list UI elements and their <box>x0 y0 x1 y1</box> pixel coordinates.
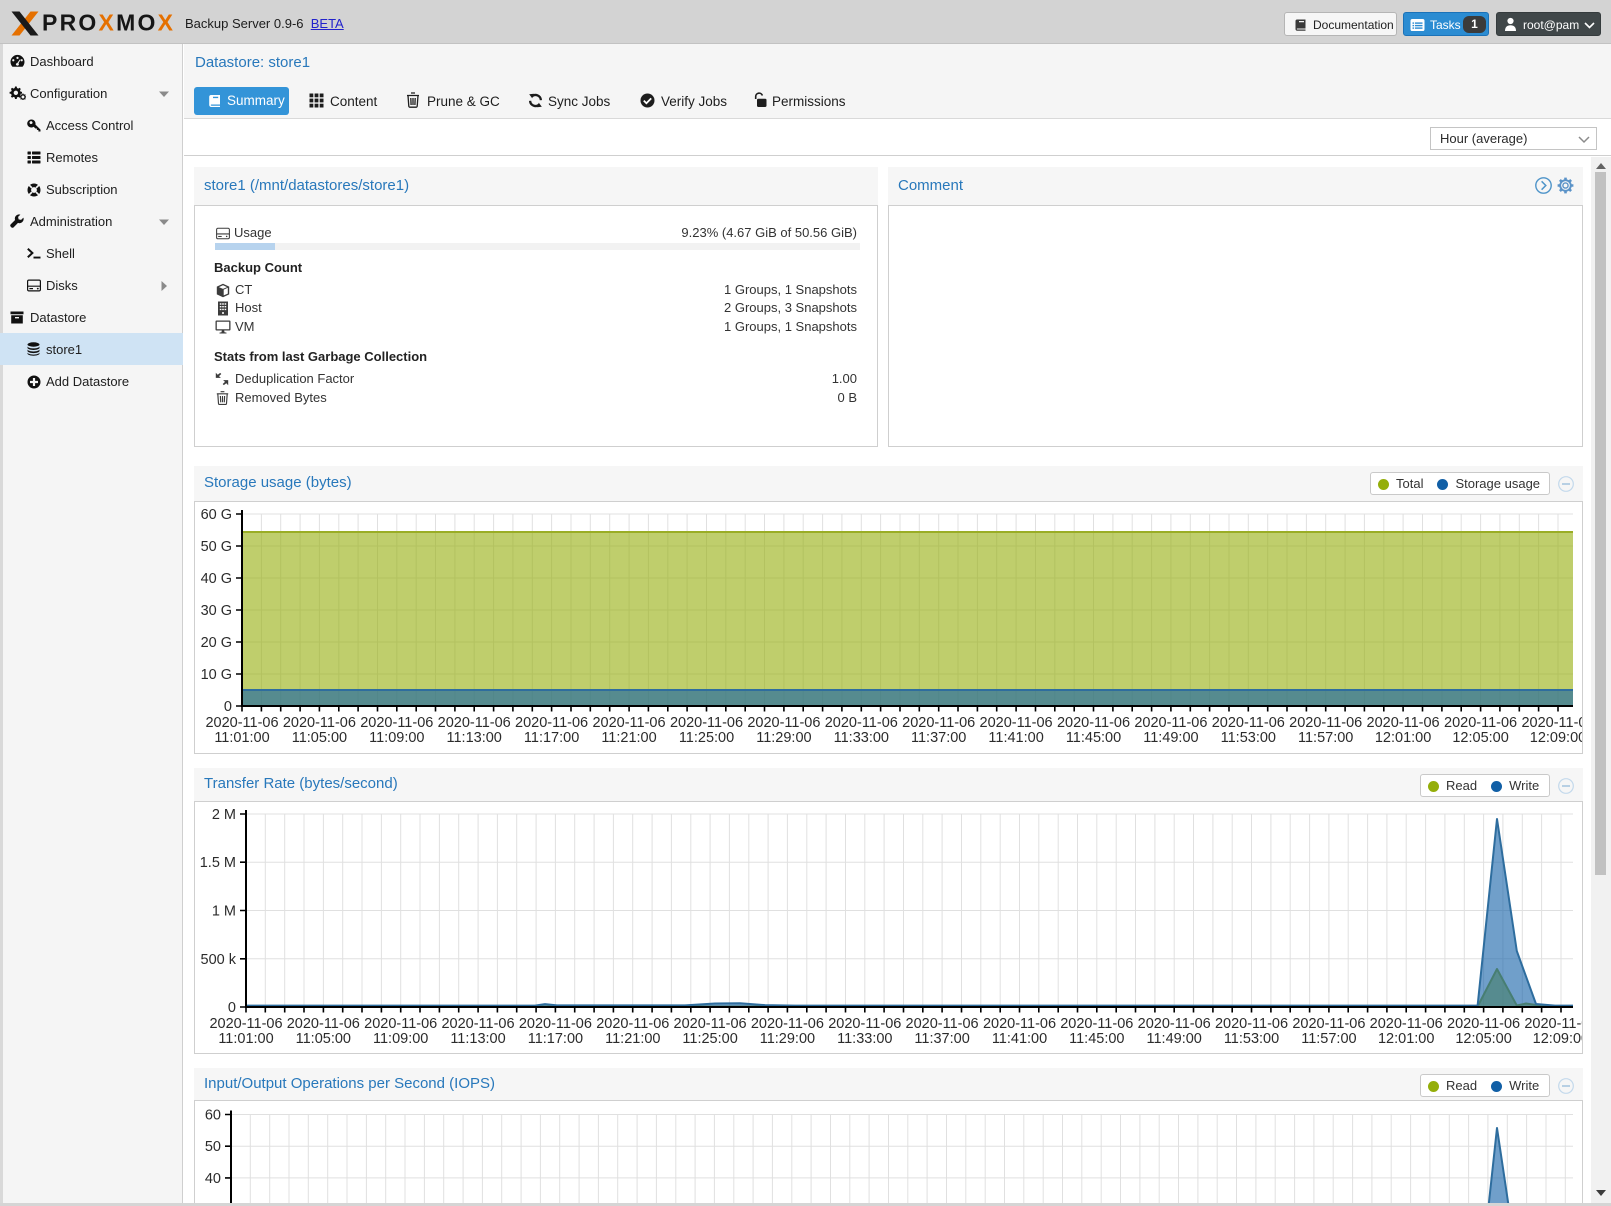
svg-text:11:21:00: 11:21:00 <box>605 1031 660 1047</box>
svg-text:2020-11-06: 2020-11-06 <box>1060 1016 1133 1032</box>
svg-text:2020-11-06: 2020-11-06 <box>1370 1016 1443 1032</box>
svg-text:60 G: 60 G <box>201 507 232 523</box>
svg-text:11:57:00: 11:57:00 <box>1301 1031 1356 1047</box>
svg-text:11:37:00: 11:37:00 <box>914 1031 969 1047</box>
svg-text:11:09:00: 11:09:00 <box>373 1031 428 1047</box>
svg-text:1 M: 1 M <box>212 904 236 920</box>
svg-text:11:33:00: 11:33:00 <box>837 1031 892 1047</box>
svg-text:12:05:00: 12:05:00 <box>1452 730 1508 746</box>
svg-text:2020-11-06: 2020-11-06 <box>1447 1016 1520 1032</box>
svg-text:2020-11-06: 2020-11-06 <box>287 1016 360 1032</box>
svg-text:11:33:00: 11:33:00 <box>834 730 889 746</box>
svg-text:2020-11-06: 2020-11-06 <box>906 1016 979 1032</box>
svg-text:2020-11-06: 2020-11-06 <box>670 715 743 731</box>
svg-text:11:53:00: 11:53:00 <box>1224 1031 1279 1047</box>
svg-text:0: 0 <box>228 1000 236 1016</box>
svg-text:11:21:00: 11:21:00 <box>601 730 656 746</box>
svg-text:60: 60 <box>205 1108 221 1124</box>
svg-text:2020-11-06: 2020-11-06 <box>1057 715 1130 731</box>
svg-text:2020-11-06: 2020-11-06 <box>751 1016 824 1032</box>
svg-text:11:25:00: 11:25:00 <box>682 1031 737 1047</box>
svg-text:2020-11-06: 2020-11-06 <box>1367 715 1440 731</box>
svg-text:1.5 M: 1.5 M <box>200 855 236 871</box>
svg-text:2020-11-06: 2020-11-06 <box>283 715 356 731</box>
svg-text:2020-11-06: 2020-11-06 <box>902 715 975 731</box>
svg-text:11:05:00: 11:05:00 <box>296 1031 351 1047</box>
svg-text:11:49:00: 11:49:00 <box>1143 730 1198 746</box>
svg-text:50 G: 50 G <box>201 539 232 555</box>
svg-text:11:01:00: 11:01:00 <box>214 730 269 746</box>
svg-text:11:45:00: 11:45:00 <box>1066 730 1121 746</box>
svg-text:2020-11-06: 2020-11-06 <box>828 1016 901 1032</box>
svg-text:2020-11-06: 2020-11-06 <box>1289 715 1362 731</box>
svg-text:50: 50 <box>205 1139 221 1155</box>
svg-text:0: 0 <box>224 699 232 715</box>
svg-text:40 G: 40 G <box>201 571 232 587</box>
svg-text:2020-11-06: 2020-11-06 <box>1134 715 1207 731</box>
svg-text:11:41:00: 11:41:00 <box>988 730 1043 746</box>
svg-text:12:01:00: 12:01:00 <box>1378 1031 1434 1047</box>
svg-text:2020-11-06: 2020-11-06 <box>1212 715 1285 731</box>
svg-text:2020-11-06: 2020-11-06 <box>364 1016 437 1032</box>
svg-text:2020-11-06: 2020-11-06 <box>205 715 278 731</box>
svg-text:2020-11-06: 2020-11-06 <box>1138 1016 1211 1032</box>
svg-text:11:17:00: 11:17:00 <box>524 730 579 746</box>
svg-text:2020-11-06: 2020-11-06 <box>1524 1016 1582 1032</box>
svg-text:40: 40 <box>205 1171 221 1187</box>
svg-text:2020-11-06: 2020-11-06 <box>980 715 1053 731</box>
svg-text:2020-11-06: 2020-11-06 <box>674 1016 747 1032</box>
svg-text:2020-11-06: 2020-11-06 <box>515 715 588 731</box>
svg-text:2020-11-06: 2020-11-06 <box>209 1016 282 1032</box>
svg-text:11:17:00: 11:17:00 <box>528 1031 583 1047</box>
svg-text:2020-11-06: 2020-11-06 <box>747 715 820 731</box>
svg-text:2020-11-06: 2020-11-06 <box>519 1016 592 1032</box>
svg-text:2020-11-06: 2020-11-06 <box>441 1016 514 1032</box>
svg-text:20 G: 20 G <box>201 635 232 651</box>
svg-text:11:49:00: 11:49:00 <box>1147 1031 1202 1047</box>
svg-text:11:45:00: 11:45:00 <box>1069 1031 1124 1047</box>
svg-text:11:57:00: 11:57:00 <box>1298 730 1353 746</box>
svg-text:2020-11-06: 2020-11-06 <box>1444 715 1517 731</box>
svg-text:10 G: 10 G <box>201 667 232 683</box>
svg-text:2020-11-06: 2020-11-06 <box>1521 715 1582 731</box>
svg-text:2020-11-06: 2020-11-06 <box>438 715 511 731</box>
svg-text:11:09:00: 11:09:00 <box>369 730 424 746</box>
svg-text:11:13:00: 11:13:00 <box>447 730 502 746</box>
svg-text:12:01:00: 12:01:00 <box>1375 730 1431 746</box>
svg-text:12:09:00: 12:09:00 <box>1530 730 1582 746</box>
svg-text:2020-11-06: 2020-11-06 <box>596 1016 669 1032</box>
svg-text:500 k: 500 k <box>201 952 237 968</box>
svg-text:12:09:00: 12:09:00 <box>1533 1031 1582 1047</box>
svg-text:11:41:00: 11:41:00 <box>992 1031 1047 1047</box>
svg-text:2020-11-06: 2020-11-06 <box>1292 1016 1365 1032</box>
svg-text:11:29:00: 11:29:00 <box>756 730 811 746</box>
svg-text:2020-11-06: 2020-11-06 <box>825 715 898 731</box>
svg-text:30 G: 30 G <box>201 603 232 619</box>
svg-text:11:01:00: 11:01:00 <box>218 1031 273 1047</box>
svg-text:2020-11-06: 2020-11-06 <box>983 1016 1056 1032</box>
svg-text:PROXMOX: PROXMOX <box>42 11 174 35</box>
svg-text:2020-11-06: 2020-11-06 <box>592 715 665 731</box>
svg-text:11:37:00: 11:37:00 <box>911 730 966 746</box>
svg-text:11:05:00: 11:05:00 <box>292 730 347 746</box>
svg-text:11:29:00: 11:29:00 <box>760 1031 815 1047</box>
svg-text:12:05:00: 12:05:00 <box>1455 1031 1511 1047</box>
svg-text:11:25:00: 11:25:00 <box>679 730 734 746</box>
svg-text:2020-11-06: 2020-11-06 <box>1215 1016 1288 1032</box>
svg-text:2 M: 2 M <box>212 807 236 823</box>
svg-text:2020-11-06: 2020-11-06 <box>360 715 433 731</box>
svg-text:11:53:00: 11:53:00 <box>1221 730 1276 746</box>
svg-text:11:13:00: 11:13:00 <box>450 1031 505 1047</box>
